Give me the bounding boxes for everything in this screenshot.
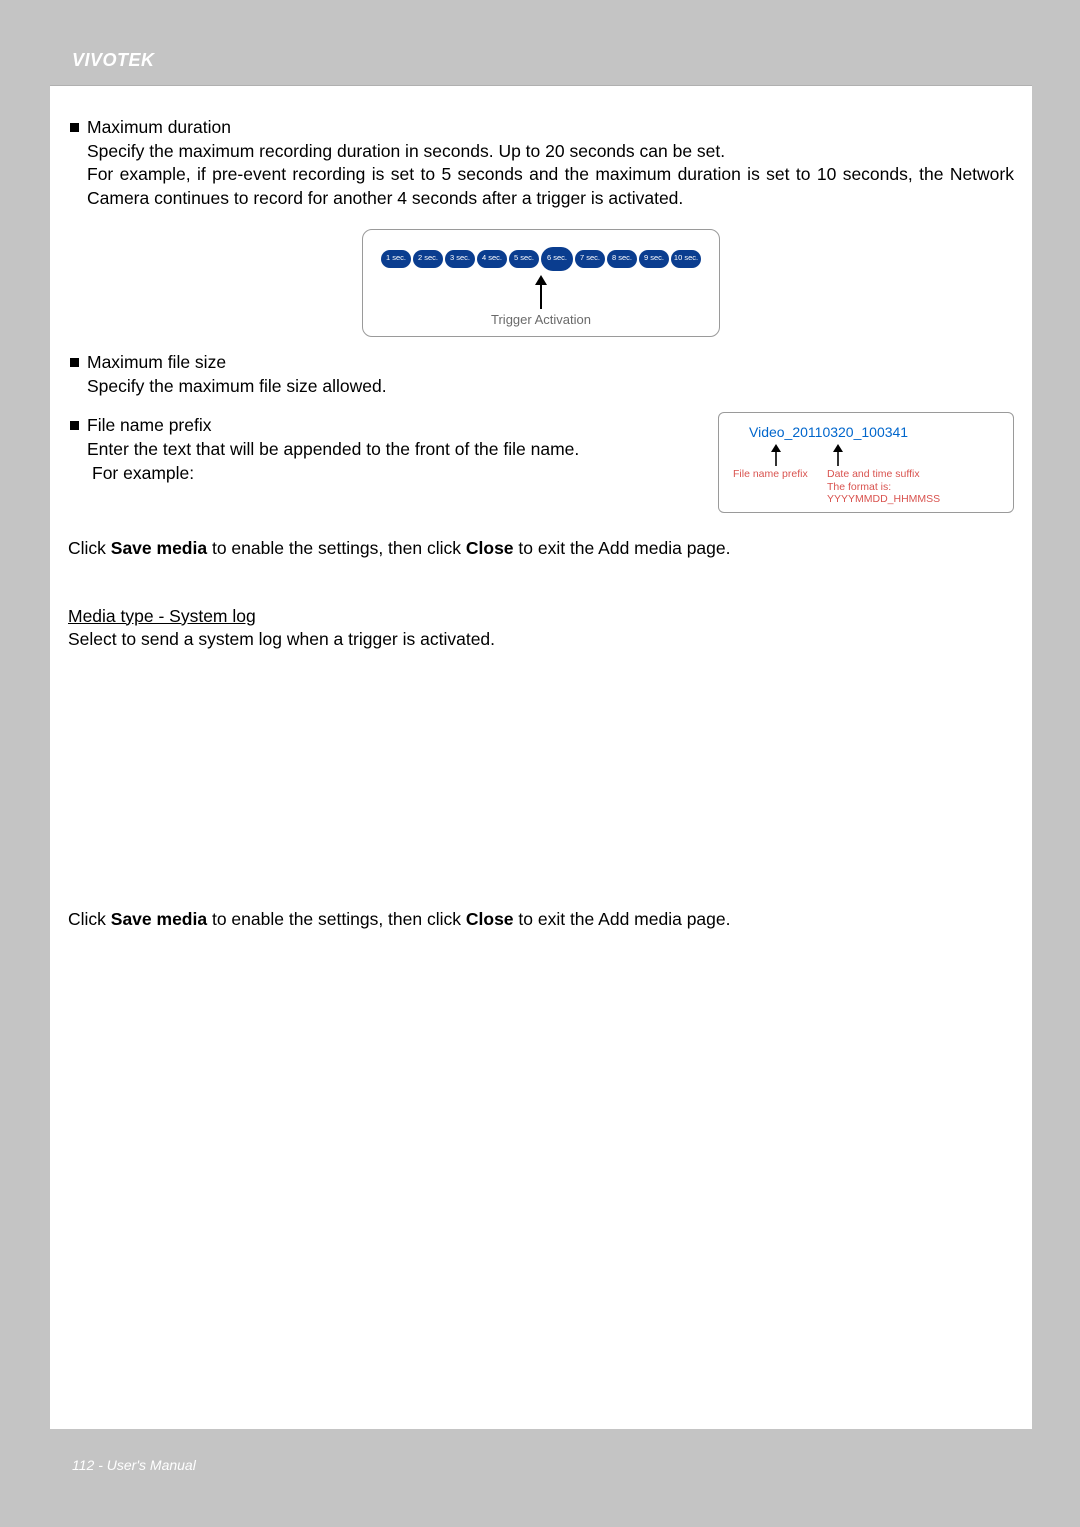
arrow-up-icon [769, 444, 783, 466]
save-media-line-2: Click Save media to enable the settings,… [68, 908, 1014, 932]
second-pill: 4 sec. [477, 250, 507, 268]
second-pill: 8 sec. [607, 250, 637, 268]
second-pill: 1 sec. [381, 250, 411, 268]
max-filesize-desc: Specify the maximum file size allowed. [68, 375, 1014, 399]
trigger-activation-label: Trigger Activation [377, 311, 705, 329]
filename-arrows [769, 444, 1005, 466]
second-pill: 5 sec. [509, 250, 539, 268]
square-bullet-icon [70, 358, 79, 367]
second-pill: 9 sec. [639, 250, 669, 268]
filename-format-label: The format is: YYYYMMDD_HHMMSS [827, 481, 1005, 506]
second-pill: 2 sec. [413, 250, 443, 268]
heading-max-filesize: Maximum file size [87, 351, 226, 375]
file-prefix-left: File name prefix Enter the text that wil… [68, 414, 708, 485]
arrow-up-icon [831, 444, 845, 466]
footer-page-num: 112 [72, 1457, 94, 1473]
filename-suffix-col: Date and time suffix The format is: YYYY… [827, 468, 1005, 506]
second-pill: 6 sec. [541, 247, 573, 271]
bullet-file-prefix: File name prefix [68, 414, 708, 438]
text-fragment: to exit the Add media page. [514, 538, 731, 558]
max-duration-line1: Specify the maximum recording duration i… [68, 140, 1014, 164]
square-bullet-icon [70, 421, 79, 430]
text-fragment: to enable the settings, then click [207, 909, 466, 929]
filename-labels: File name prefix Date and time suffix Th… [733, 468, 1005, 506]
filename-suffix-label: Date and time suffix [827, 468, 1005, 481]
trigger-diagram: 1 sec.2 sec.3 sec.4 sec.5 sec.6 sec.7 se… [362, 229, 720, 338]
seconds-pill-row: 1 sec.2 sec.3 sec.4 sec.5 sec.6 sec.7 se… [377, 250, 705, 271]
footer-text: 112 - User's Manual [72, 1457, 196, 1473]
file-prefix-example: For example: [68, 462, 708, 486]
second-pill: 3 sec. [445, 250, 475, 268]
text-fragment: to exit the Add media page. [514, 909, 731, 929]
heading-file-prefix: File name prefix [87, 414, 212, 438]
media-type-desc: Select to send a system log when a trigg… [68, 628, 1014, 652]
second-pill: 7 sec. [575, 250, 605, 268]
bullet-max-filesize: Maximum file size [68, 351, 1014, 375]
file-prefix-desc: Enter the text that will be appended to … [68, 438, 708, 462]
save-media-bold: Save media [111, 909, 207, 929]
close-bold: Close [466, 538, 514, 558]
media-type-section: Media type - System log [68, 605, 1014, 629]
filename-sample: Video_20110320_100341 [749, 423, 1005, 442]
filename-prefix-label: File name prefix [733, 468, 817, 506]
manual-page: VIVOTEK Maximum duration Specify the max… [50, 40, 1032, 1487]
footer-band: 112 - User's Manual [50, 1429, 1032, 1487]
text-fragment: Click [68, 909, 111, 929]
save-media-bold: Save media [111, 538, 207, 558]
max-duration-line2: For example, if pre-event recording is s… [68, 163, 1014, 210]
text-fragment: Click [68, 538, 111, 558]
text-fragment: to enable the settings, then click [207, 538, 466, 558]
close-bold: Close [466, 909, 514, 929]
footer-sep: - [94, 1457, 106, 1473]
media-type-heading: Media type - System log [68, 606, 256, 626]
square-bullet-icon [70, 123, 79, 132]
filename-example-box: Video_20110320_100341 File name prefix D… [718, 412, 1014, 513]
arrow-up-icon [532, 275, 550, 309]
trigger-diagram-wrap: 1 sec.2 sec.3 sec.4 sec.5 sec.6 sec.7 se… [68, 229, 1014, 338]
spacer [68, 652, 1014, 908]
brand-label: VIVOTEK [72, 50, 1010, 71]
content-area: Maximum duration Specify the maximum rec… [50, 86, 1032, 931]
header-band: VIVOTEK [50, 40, 1032, 85]
second-pill: 10 sec. [671, 250, 701, 268]
heading-max-duration: Maximum duration [87, 116, 231, 140]
file-prefix-row: File name prefix Enter the text that wil… [68, 414, 1014, 513]
save-media-line-1: Click Save media to enable the settings,… [68, 537, 1014, 561]
bullet-max-duration: Maximum duration [68, 116, 1014, 140]
footer-label: User's Manual [107, 1457, 196, 1473]
